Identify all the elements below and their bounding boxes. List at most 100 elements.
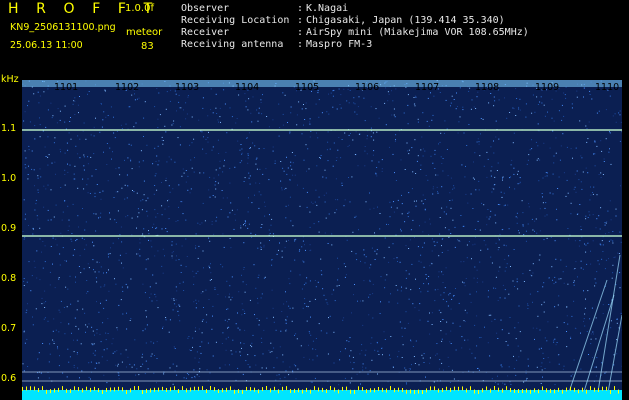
bottom-tick (410, 389, 411, 394)
bottom-tick (514, 388, 515, 393)
bottom-tick (126, 389, 127, 394)
bottom-tick (334, 387, 335, 392)
bottom-tick (50, 389, 51, 394)
bottom-tick (354, 389, 355, 394)
bottom-tick (462, 386, 463, 391)
bottom-tick (38, 388, 39, 393)
y-tick-0-8: 0.8 (1, 273, 17, 284)
location-separator: : (297, 15, 304, 26)
bottom-tick (526, 388, 527, 393)
bottom-tick (78, 387, 79, 392)
bottom-tick (598, 388, 599, 393)
bottom-tick (106, 387, 107, 392)
bottom-tick (322, 387, 323, 392)
bottom-tick (418, 389, 419, 394)
bottom-tick (30, 386, 31, 391)
bottom-tick (210, 386, 211, 391)
bottom-tick (202, 386, 203, 391)
bottom-tick (250, 387, 251, 392)
bottom-tick (162, 386, 163, 391)
x-tick-1101: 1101 (54, 82, 79, 93)
bottom-tick (62, 386, 63, 391)
bottom-tick (394, 388, 395, 393)
bottom-tick (402, 387, 403, 392)
bottom-tick (338, 389, 339, 394)
bottom-tick (434, 386, 435, 391)
bottom-tick (358, 386, 359, 391)
bottom-tick (450, 387, 451, 392)
bottom-tick (594, 387, 595, 392)
bottom-tick (342, 386, 343, 391)
bottom-tick (234, 389, 235, 394)
bottom-tick (482, 388, 483, 393)
bottom-tick (466, 388, 467, 393)
bottom-tick (226, 387, 227, 392)
bottom-tick (122, 387, 123, 392)
bottom-tick (90, 387, 91, 392)
receiver-label: Receiver (181, 27, 230, 38)
bottom-tick (230, 386, 231, 391)
bottom-tick (142, 389, 143, 394)
bottom-tick (566, 387, 567, 392)
bottom-tick (550, 388, 551, 393)
bottom-tick (474, 389, 475, 394)
bottom-tick (470, 386, 471, 391)
bottom-tick (386, 388, 387, 393)
bottom-tick (150, 388, 151, 393)
bottom-tick (422, 389, 423, 394)
bottom-tick (158, 387, 159, 392)
bottom-tick (430, 386, 431, 391)
bottom-tick (610, 389, 611, 394)
bottom-tick (42, 386, 43, 391)
bottom-tick (254, 387, 255, 392)
meteor-label: meteor (126, 27, 163, 38)
bottom-tick (362, 387, 363, 392)
bottom-tick (494, 386, 495, 391)
antenna-label: Receiving antenna (181, 39, 284, 50)
bottom-tick (266, 386, 267, 391)
bottom-tick (458, 386, 459, 391)
plot-area: kHz 1.1 1.0 0.9 0.8 0.7 0.6 1101 1102 11… (0, 74, 629, 400)
bottom-tick (490, 388, 491, 393)
bottom-tick (34, 386, 35, 391)
bottom-tick (54, 388, 55, 393)
bottom-tick (438, 388, 439, 393)
bottom-tick (134, 386, 135, 391)
bottom-tick (130, 388, 131, 393)
bottom-tick (258, 389, 259, 394)
bottom-tick (46, 389, 47, 394)
bottom-tick (302, 389, 303, 394)
bottom-tick (186, 388, 187, 393)
bottom-tick (94, 386, 95, 391)
bottom-tick (66, 388, 67, 393)
bottom-tick (222, 388, 223, 393)
receiver-value: AirSpy mini (Miakejima VOR 108.65MHz) (306, 27, 529, 38)
bottom-tick (534, 388, 535, 393)
bottom-tick (270, 388, 271, 393)
y-tick-0-6: 0.6 (1, 373, 17, 384)
spectrogram: 1101 1102 1103 1104 1105 1106 1107 1108 … (22, 80, 622, 400)
y-tick-0-7: 0.7 (1, 323, 17, 334)
bottom-tick (606, 386, 607, 391)
meteor-count: 83 (141, 41, 154, 52)
bottom-tick (346, 386, 347, 391)
observer-separator: : (297, 3, 304, 14)
bottom-tick (26, 386, 27, 391)
bottom-tick (374, 388, 375, 393)
bottom-tick (174, 386, 175, 391)
x-tick-1110: 1110 (595, 82, 620, 93)
bottom-tick (198, 386, 199, 391)
bottom-tick (290, 389, 291, 394)
bottom-tick (506, 386, 507, 391)
bottom-tick (446, 386, 447, 391)
spectrogram-canvas (22, 80, 622, 400)
header-panel: H R O F F T 1.0.0f KN9_2506131100.png me… (0, 0, 629, 78)
x-tick-1109: 1109 (535, 82, 560, 93)
bottom-tick (146, 388, 147, 393)
location-label: Receiving Location (181, 15, 290, 26)
bottom-tick (366, 389, 367, 394)
bottom-tick (70, 388, 71, 393)
x-tick-1102: 1102 (115, 82, 140, 93)
bottom-tick (398, 387, 399, 392)
bottom-tick (58, 387, 59, 392)
